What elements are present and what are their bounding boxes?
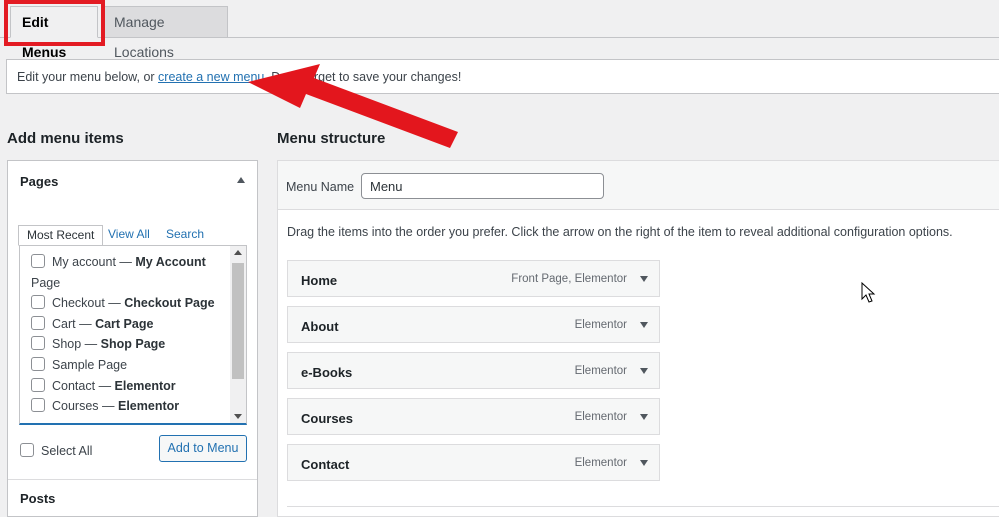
menu-item-type: Elementor xyxy=(574,319,627,331)
item-label: Checkout xyxy=(52,296,105,311)
menu-name-input[interactable] xyxy=(361,173,604,199)
drag-instructions: Drag the items into the order you prefer… xyxy=(287,225,953,239)
menu-item-courses[interactable]: Courses Elementor xyxy=(287,398,660,435)
menu-name-bar: Menu Name xyxy=(278,161,999,210)
expand-arrow-icon[interactable] xyxy=(640,460,648,466)
pages-checklist: My account — My Account Page Checkout — … xyxy=(19,245,247,425)
page-checkbox[interactable] xyxy=(31,295,45,310)
add-menu-items-heading: Add menu items xyxy=(7,130,124,147)
item-label: Sample Page xyxy=(52,357,128,372)
item-state: My Account xyxy=(135,255,206,269)
posts-panel-title: Posts xyxy=(20,491,56,506)
item-state: Checkout Page xyxy=(124,296,215,311)
list-item: Checkout — Checkout Page xyxy=(31,293,231,314)
menu-item-title: About xyxy=(301,319,339,334)
item-label: Contact xyxy=(52,378,96,393)
menu-management-panel: Menu Name Drag the items into the order … xyxy=(277,160,999,517)
expand-arrow-icon[interactable] xyxy=(640,414,648,420)
select-all-checkbox[interactable]: Select All xyxy=(20,443,92,458)
item-sep: — xyxy=(98,399,118,414)
item-sep: — xyxy=(81,337,101,352)
menu-item-ebooks[interactable]: e-Books Elementor xyxy=(287,352,660,389)
highlight-annotation-box xyxy=(4,0,105,46)
item-label: My account xyxy=(52,255,116,269)
menu-item-type: Elementor xyxy=(574,365,627,377)
menu-item-title: Courses xyxy=(301,411,354,426)
expand-arrow-icon[interactable] xyxy=(640,368,648,374)
select-all-box[interactable] xyxy=(20,443,34,457)
menu-item-title: Contact xyxy=(301,457,350,472)
item-sep: — xyxy=(115,255,136,269)
list-scrollbar[interactable] xyxy=(230,246,246,423)
menu-item-title: Home xyxy=(301,273,338,288)
pages-panel-title: Pages xyxy=(20,174,59,189)
select-all-label: Select All xyxy=(41,444,93,458)
item-state: Elementor xyxy=(118,399,180,414)
page-checkbox[interactable] xyxy=(31,254,45,268)
item-label: Shop xyxy=(52,337,82,352)
collapse-up-icon xyxy=(237,177,245,183)
scroll-up-icon[interactable] xyxy=(234,250,242,255)
nav-tab-bar: Edit Menus Manage Locations xyxy=(0,0,999,60)
list-item: Sample Page xyxy=(31,355,231,376)
list-item: Page xyxy=(31,273,231,294)
item-label: Courses xyxy=(52,399,99,414)
page-checkbox[interactable] xyxy=(31,315,45,330)
tab-view-all[interactable]: View All xyxy=(100,225,158,246)
panel-divider xyxy=(287,506,999,507)
list-item: Cart — Cart Page xyxy=(31,314,231,335)
page-checkbox[interactable] xyxy=(31,356,45,371)
notice-text-after: . Don't forget to save your changes! xyxy=(264,70,462,84)
list-item: Shop — Shop Page xyxy=(31,334,231,355)
menu-name-label: Menu Name xyxy=(286,180,355,194)
pages-inner-tabs: Most Recent View All Search xyxy=(18,225,248,246)
menu-item-about[interactable]: About Elementor xyxy=(287,306,660,343)
item-sep: — xyxy=(75,316,96,331)
item-state: Elementor xyxy=(114,378,176,393)
create-new-menu-link[interactable]: create a new menu xyxy=(158,70,264,84)
menu-structure-heading: Menu structure xyxy=(277,130,386,147)
expand-arrow-icon[interactable] xyxy=(640,322,648,328)
add-to-menu-button[interactable]: Add to Menu xyxy=(159,435,247,462)
posts-panel-header[interactable]: Posts xyxy=(8,479,257,517)
item-sep: — xyxy=(104,296,125,311)
list-item: My account — My Account xyxy=(31,252,231,273)
page-checkbox[interactable] xyxy=(31,336,45,351)
add-items-accordion: Pages Most Recent View All Search My acc… xyxy=(7,160,258,517)
tab-most-recent[interactable]: Most Recent xyxy=(18,225,104,246)
expand-arrow-icon[interactable] xyxy=(640,276,648,282)
menu-item-title: e-Books xyxy=(301,365,353,380)
tab-manage-locations[interactable]: Manage Locations xyxy=(102,6,228,60)
menu-notice: Edit your menu below, or create a new me… xyxy=(6,59,999,94)
menu-item-type: Elementor xyxy=(574,411,627,423)
menu-item-type: Elementor xyxy=(574,457,627,469)
menu-item-type: Front Page, Elementor xyxy=(511,273,627,285)
scroll-down-icon[interactable] xyxy=(234,414,242,419)
page-checkbox[interactable] xyxy=(31,398,45,413)
item-state: Cart Page xyxy=(95,316,154,331)
list-item: Contact — Elementor xyxy=(31,376,231,397)
tab-search[interactable]: Search xyxy=(158,225,212,246)
scroll-thumb[interactable] xyxy=(232,263,244,379)
pages-panel-header[interactable]: Pages xyxy=(8,161,257,203)
menu-item-home[interactable]: Home Front Page, Elementor xyxy=(287,260,660,297)
menu-item-contact[interactable]: Contact Elementor xyxy=(287,444,660,481)
notice-text-before: Edit your menu below, or xyxy=(17,70,159,84)
item-state: Shop Page xyxy=(100,337,166,352)
item-sep: — xyxy=(95,378,115,393)
item-label: Cart xyxy=(52,316,76,331)
list-item: Courses — Elementor xyxy=(31,396,231,417)
page-checkbox[interactable] xyxy=(31,377,45,392)
item-label: Page xyxy=(31,275,61,290)
